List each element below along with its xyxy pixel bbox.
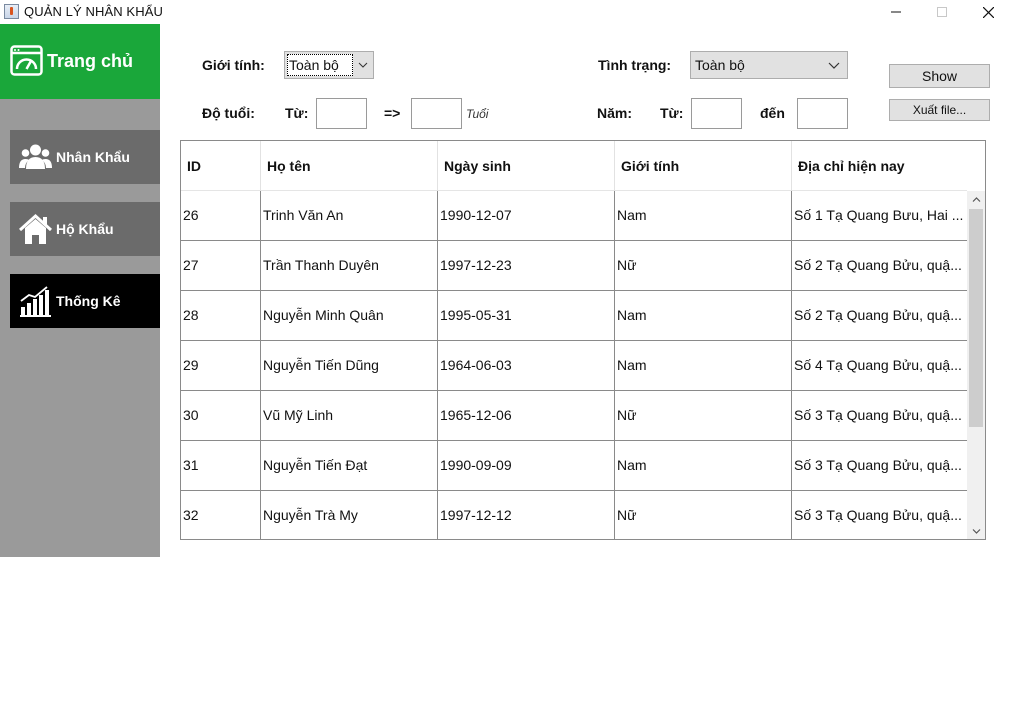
sidebar-item-nhan-khau[interactable]: Nhân Khẩu <box>10 130 160 184</box>
population-table: ID Họ tên Ngày sinh Giới tính Địa chỉ hi… <box>180 140 986 540</box>
cell-gender: Nam <box>615 441 792 491</box>
cell-dob: 1995-05-31 <box>438 291 615 341</box>
show-button[interactable]: Show <box>889 64 990 88</box>
home-button[interactable]: Trang chủ <box>0 24 160 99</box>
cell-dob: 1990-12-07 <box>438 191 615 241</box>
cell-name: Trinh Văn An <box>261 191 438 241</box>
cell-id: 26 <box>181 191 261 241</box>
age-from-label: Từ: <box>285 105 309 121</box>
status-label: Tình trạng: <box>598 57 672 73</box>
minimize-button[interactable] <box>873 0 919 24</box>
cell-name: Trần Thanh Duyên <box>261 241 438 291</box>
column-header-dob[interactable]: Ngày sinh <box>438 141 615 191</box>
scroll-down-icon[interactable] <box>967 523 985 539</box>
cell-dob: 1997-12-23 <box>438 241 615 291</box>
cell-id: 27 <box>181 241 261 291</box>
age-unit-label: Tuổi <box>466 107 489 121</box>
cell-dob: 1997-12-12 <box>438 491 615 539</box>
year-to-label: đến <box>760 105 785 121</box>
scroll-up-icon[interactable] <box>967 191 985 208</box>
age-to-input[interactable] <box>411 98 462 129</box>
cell-gender: Nữ <box>615 491 792 539</box>
cell-id: 28 <box>181 291 261 341</box>
cell-name: Nguyễn Trà My <box>261 491 438 539</box>
table-row[interactable]: 32 Nguyễn Trà My 1997-12-12 Nữ Số 3 Tạ Q… <box>181 491 967 539</box>
maximize-icon <box>937 7 947 17</box>
cell-gender: Nam <box>615 341 792 391</box>
sidebar-item-label: Nhân Khẩu <box>56 149 130 165</box>
cell-gender: Nữ <box>615 391 792 441</box>
cell-gender: Nữ <box>615 241 792 291</box>
scrollbar-thumb[interactable] <box>969 209 983 427</box>
year-from-label: Từ: <box>660 105 684 121</box>
table-row[interactable]: 31 Nguyễn Tiến Đạt 1990-09-09 Nam Số 3 T… <box>181 441 967 491</box>
gender-select-value: Toàn bộ <box>289 57 339 73</box>
column-header-name[interactable]: Họ tên <box>261 141 438 191</box>
age-from-input[interactable] <box>316 98 367 129</box>
cell-id: 30 <box>181 391 261 441</box>
arrow-label: => <box>384 105 401 121</box>
header-corner <box>967 141 985 191</box>
chevron-down-icon <box>821 52 847 78</box>
table-row[interactable]: 27 Trần Thanh Duyên 1997-12-23 Nữ Số 2 T… <box>181 241 967 291</box>
year-label: Năm: <box>597 105 633 121</box>
sidebar: Trang chủ Nhân Khẩu Hộ Khẩu Thống Kê <box>0 24 160 557</box>
table-header: ID Họ tên Ngày sinh Giới tính Địa chỉ hi… <box>181 141 967 191</box>
table-row[interactable]: 28 Nguyễn Minh Quân 1995-05-31 Nam Số 2 … <box>181 291 967 341</box>
people-icon <box>19 144 52 169</box>
cell-address: Số 2 Tạ Quang Bửu, quậ... <box>794 257 962 273</box>
cell-address: Số 1 Tạ Quang Bưu, Hai ... <box>794 207 964 223</box>
cell-gender: Nam <box>615 291 792 341</box>
close-button[interactable] <box>965 0 1011 24</box>
cell-name: Nguyễn Tiến Dũng <box>261 341 438 391</box>
close-icon <box>982 6 994 18</box>
export-file-button[interactable]: Xuất file... <box>889 99 990 121</box>
status-select[interactable]: Toàn bộ <box>690 51 848 79</box>
sidebar-item-ho-khau[interactable]: Hộ Khẩu <box>10 202 160 256</box>
table-row[interactable]: 30 Vũ Mỹ Linh 1965-12-06 Nữ Số 3 Tạ Quan… <box>181 391 967 441</box>
column-header-address[interactable]: Địa chỉ hiện nay <box>792 141 967 191</box>
cell-id: 31 <box>181 441 261 491</box>
year-to-input[interactable] <box>797 98 848 129</box>
vertical-scrollbar[interactable] <box>967 191 985 539</box>
home-label: Trang chủ <box>47 51 134 71</box>
cell-name: Nguyễn Minh Quân <box>261 291 438 341</box>
sidebar-item-label: Thống Kê <box>56 293 121 309</box>
table-row[interactable]: 26 Trinh Văn An 1990-12-07 Nam Số 1 Tạ Q… <box>181 191 967 241</box>
status-select-value: Toàn bộ <box>695 57 745 73</box>
cell-address: Số 3 Tạ Quang Bửu, quậ... <box>794 507 962 523</box>
cell-address: Số 3 Tạ Quang Bửu, quậ... <box>794 457 962 473</box>
sidebar-item-thong-ke[interactable]: Thống Kê <box>10 274 160 328</box>
cell-name: Nguyễn Tiến Đạt <box>261 441 438 491</box>
cell-id: 29 <box>181 341 261 391</box>
table-row[interactable]: 29 Nguyễn Tiến Dũng 1964-06-03 Nam Số 4 … <box>181 341 967 391</box>
column-header-id[interactable]: ID <box>181 141 261 191</box>
minimize-icon <box>891 11 901 13</box>
window-title: QUẢN LÝ NHÂN KHẨU <box>24 4 163 19</box>
gender-select[interactable]: Toàn bộ <box>284 51 374 79</box>
maximize-button <box>919 0 965 24</box>
cell-address: Số 4 Tạ Quang Bửu, quậ... <box>794 357 962 373</box>
column-header-gender[interactable]: Giới tính <box>615 141 792 191</box>
sidebar-item-label: Hộ Khẩu <box>56 221 114 237</box>
chevron-down-icon <box>353 52 373 78</box>
age-label: Độ tuổi: <box>202 105 255 121</box>
java-app-icon <box>4 4 19 19</box>
cell-gender: Nam <box>615 191 792 241</box>
cell-dob: 1964-06-03 <box>438 341 615 391</box>
cell-dob: 1965-12-06 <box>438 391 615 441</box>
year-from-input[interactable] <box>691 98 742 129</box>
house-icon <box>19 213 52 244</box>
gender-label: Giới tính: <box>202 57 265 73</box>
cell-address: Số 3 Tạ Quang Bửu, quậ... <box>794 407 962 423</box>
bar-chart-icon <box>20 286 51 317</box>
cell-dob: 1990-09-09 <box>438 441 615 491</box>
dashboard-icon <box>10 45 43 76</box>
cell-id: 32 <box>181 491 261 539</box>
title-bar: QUẢN LÝ NHÂN KHẨU <box>0 0 1011 24</box>
cell-name: Vũ Mỹ Linh <box>261 391 438 441</box>
cell-address: Số 2 Tạ Quang Bửu, quậ... <box>794 307 962 323</box>
